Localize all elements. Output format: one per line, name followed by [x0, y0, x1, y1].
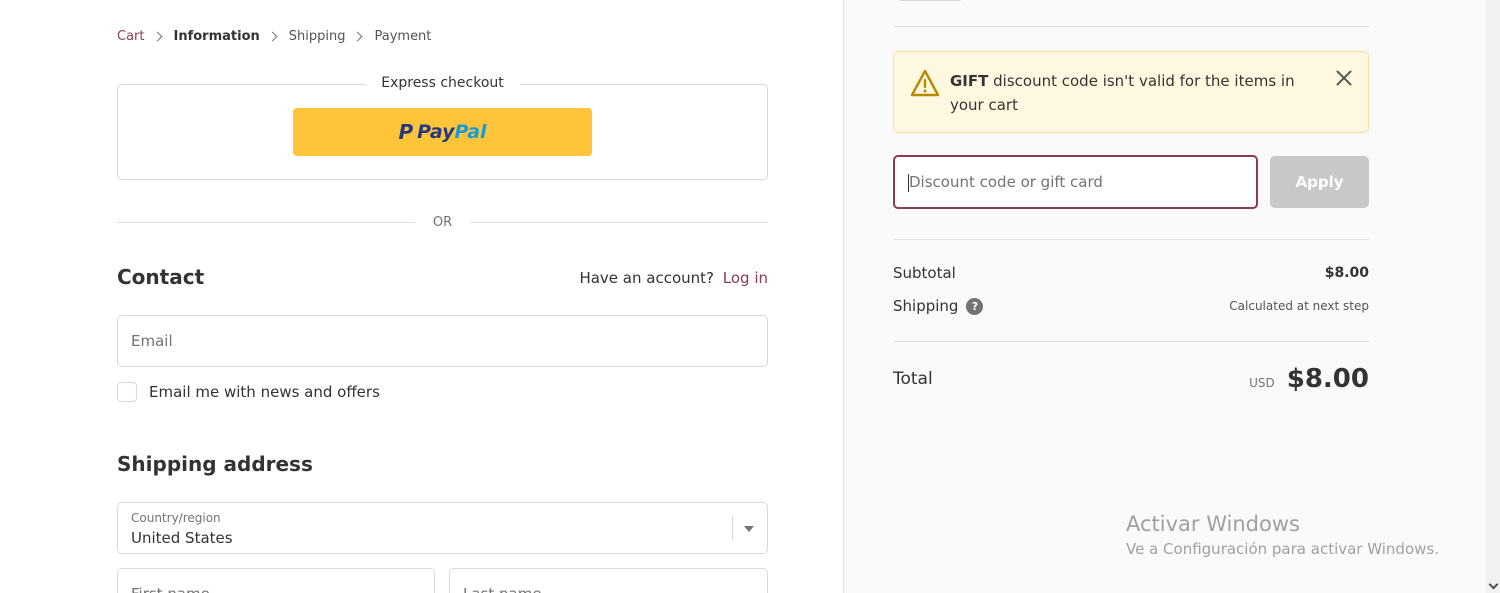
divider [893, 341, 1369, 342]
login-link[interactable]: Log in [723, 269, 768, 287]
chevron-right-icon [267, 31, 278, 42]
discount-code-input[interactable]: Discount code or gift card [893, 155, 1258, 209]
total-amount: $8.00 [1286, 364, 1369, 394]
email-placeholder: Email [131, 332, 173, 350]
total-amount-group: USD $8.00 [1249, 364, 1369, 394]
shipping-address-heading: Shipping address [117, 452, 313, 476]
subtotal-row: Subtotal $8.00 [893, 264, 1369, 282]
first-name-placeholder: First name [131, 585, 210, 593]
chevron-right-icon [353, 31, 363, 42]
or-text: OR [432, 215, 453, 230]
breadcrumb-shipping: Shipping [288, 29, 346, 44]
shipping-label-group: Shipping ? [893, 297, 984, 315]
paypal-logo: P PayPal [398, 120, 486, 144]
currency-code: USD [1249, 376, 1275, 390]
paypal-wordmark-pal: Pal [454, 121, 487, 143]
page-scrollbar[interactable] [1486, 0, 1500, 593]
express-checkout-title: Express checkout [365, 75, 520, 91]
divider [893, 239, 1369, 240]
express-checkout-box: Express checkout P PayPal [117, 75, 768, 180]
product-thumbnail-edge [899, 0, 962, 1]
alert-message: GIFT discount code isn't valid for the i… [950, 69, 1320, 117]
total-row: Total USD $8.00 [893, 364, 1369, 394]
subtotal-value: $8.00 [1324, 265, 1369, 281]
or-divider: OR [117, 214, 768, 232]
subtotal-label: Subtotal [893, 264, 956, 282]
alert-text: discount code isn't valid for the items … [950, 72, 1295, 114]
shipping-row: Shipping ? Calculated at next step [893, 297, 1369, 315]
news-offers-label[interactable]: Email me with news and offers [149, 383, 380, 401]
paypal-p-icon: P [398, 120, 414, 144]
total-label: Total [893, 369, 933, 389]
close-icon[interactable] [1334, 68, 1354, 88]
paypal-wordmark-pay: Pay [417, 121, 455, 143]
breadcrumb-information: Information [173, 29, 260, 44]
question-circle-icon[interactable]: ? [966, 297, 984, 315]
breadcrumb: Cart Information Shipping Payment [117, 29, 431, 44]
country-select[interactable]: Country/region United States [117, 502, 768, 554]
watermark-subtitle: Ve a Configuración para activar Windows. [1126, 540, 1439, 558]
chevron-right-icon [152, 31, 162, 42]
country-value: United States [131, 529, 233, 547]
news-offers-option[interactable]: Email me with news and offers [117, 382, 380, 402]
last-name-placeholder: Last name [463, 585, 542, 593]
divider [893, 26, 1369, 27]
shipping-label: Shipping [893, 297, 959, 315]
paypal-button[interactable]: P PayPal [293, 108, 592, 156]
alert-code: GIFT [950, 72, 989, 90]
country-label: Country/region [131, 511, 221, 525]
email-field[interactable]: Email [117, 315, 768, 367]
news-offers-checkbox[interactable] [117, 382, 137, 402]
windows-activation-watermark: Activar Windows Ve a Configuración para … [1126, 512, 1439, 558]
first-name-field[interactable]: First name [117, 568, 435, 593]
breadcrumb-cart[interactable]: Cart [117, 29, 145, 44]
scroll-down-icon[interactable] [1488, 581, 1498, 591]
apply-button[interactable]: Apply [1270, 156, 1369, 208]
watermark-title: Activar Windows [1126, 512, 1300, 536]
account-prompt-text: Have an account? [579, 269, 714, 287]
breadcrumb-payment: Payment [374, 29, 432, 44]
last-name-field[interactable]: Last name [449, 568, 768, 593]
warning-triangle-icon [910, 69, 940, 97]
order-summary-panel: GIFT discount code isn't valid for the i… [843, 0, 1500, 593]
account-prompt: Have an account? Log in [579, 269, 768, 287]
chevron-down-icon [744, 526, 754, 532]
discount-error-alert: GIFT discount code isn't valid for the i… [893, 51, 1369, 133]
discount-placeholder: Discount code or gift card [909, 173, 1103, 191]
select-separator [732, 516, 733, 540]
shipping-value: Calculated at next step [1229, 299, 1369, 313]
contact-heading: Contact [117, 265, 205, 289]
